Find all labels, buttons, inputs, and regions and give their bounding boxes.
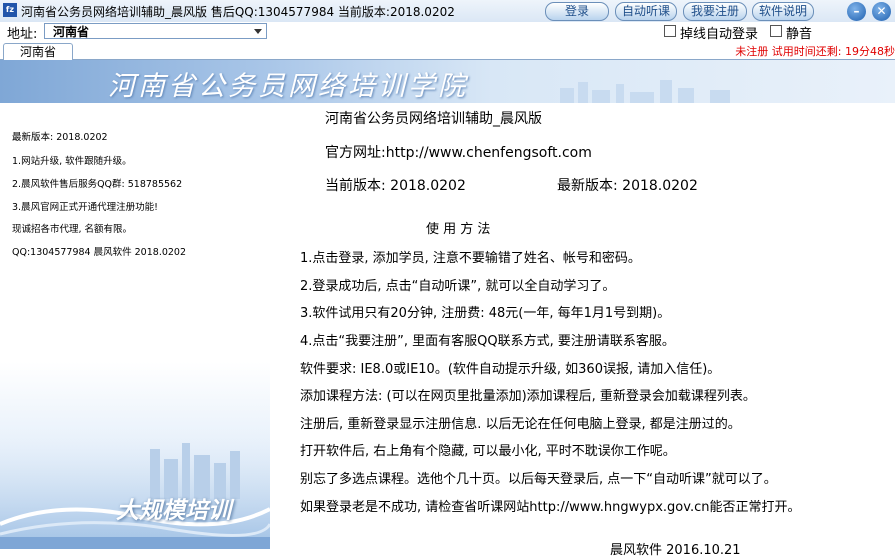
usage-line: 添加课程方法: (可以在网页里批量添加)添加课程后, 重新登录会加载课程列表。	[300, 389, 756, 404]
news-item: QQ:1304577984 晨风软件 2018.0202	[12, 247, 187, 258]
province-select[interactable]: 河南省	[44, 23, 267, 39]
usage-line: 1.点击登录, 添加学员, 注意不要输错了姓名、帐号和密码。	[300, 251, 641, 266]
mute-checkbox[interactable]	[770, 25, 782, 37]
product-heading: 河南省公务员网络培训辅助_晨风版	[325, 111, 542, 127]
news-panel: 最新版本: 2018.0202 1.网站升级, 软件跟随升级。 2.晨风软件售后…	[0, 103, 270, 549]
usage-title: 使 用 方 法	[426, 222, 491, 237]
window-title: 河南省公务员网络培训辅助_晨风版 售后QQ:1304577984 当前版本:20…	[21, 5, 455, 19]
trial-notice: 未注册 试用时间还剩: 19分48秒	[735, 45, 895, 58]
auto-login-checkbox[interactable]	[664, 25, 676, 37]
tab-henan[interactable]: 河南省	[3, 43, 73, 60]
mute-label: 静音	[786, 27, 813, 42]
news-item: 1.网站升级, 软件跟随升级。	[12, 156, 132, 167]
app-icon: fz	[3, 3, 17, 17]
address-bar: 地址: 河南省 掉线自动登录 静音	[0, 22, 895, 42]
news-item: 3.晨风官网正式开通代理注册功能!	[12, 202, 158, 213]
title-bar: fz 河南省公务员网络培训辅助_晨风版 售后QQ:1304577984 当前版本…	[0, 0, 895, 23]
news-item: 2.晨风软件售后服务QQ群: 518785562	[12, 179, 183, 190]
usage-line: 注册后, 重新登录显示注册信息. 以后无论在任何电脑上登录, 都是注册过的。	[300, 417, 741, 432]
left-footer-slogan: 大规模培训	[116, 498, 231, 524]
latest-version: 最新版本: 2018.0202	[557, 178, 698, 194]
usage-line: 如果登录老是不成功, 请检查省听课网站http://www.hngwypx.go…	[300, 500, 801, 515]
city-bridge-illustration	[0, 429, 270, 549]
close-icon[interactable]: ✕	[872, 2, 891, 21]
help-button[interactable]: 软件说明	[752, 2, 814, 21]
usage-line: 2.登录成功后, 点击“自动听课”, 就可以全自动学习了。	[300, 279, 616, 294]
minimize-icon[interactable]: –	[847, 2, 866, 21]
news-item: 最新版本: 2018.0202	[12, 132, 108, 143]
address-label: 地址:	[7, 27, 38, 42]
main-content: 河南省公务员网络培训辅助_晨风版 官方网址:http://www.chenfen…	[270, 103, 895, 558]
usage-line: 3.软件试用只有20分钟, 注册费: 48元(一年, 每年1月1号到期)。	[300, 306, 671, 321]
register-button[interactable]: 我要注册	[683, 2, 747, 21]
usage-line: 软件要求: IE8.0或IE10。(软件自动提示升级, 如360误报, 请加入信…	[300, 362, 721, 377]
login-button[interactable]: 登录	[545, 2, 609, 21]
news-item: 现诚招各市代理, 名额有限。	[12, 224, 133, 235]
auto-login-label: 掉线自动登录	[680, 27, 759, 42]
auto-listen-button[interactable]: 自动听课	[615, 2, 677, 21]
usage-line: 4.点击“我要注册”, 里面有客服QQ联系方式, 要注册请联系客服。	[300, 334, 675, 349]
website-line: 官方网址:http://www.chenfengsoft.com	[325, 145, 592, 161]
skyline-graphic	[560, 80, 730, 103]
usage-line: 别忘了多选点课程。选他个几十页。以后每天登录后, 点一下“自动听课”就可以了。	[300, 472, 777, 487]
current-version: 当前版本: 2018.0202	[325, 178, 466, 194]
province-select-value: 河南省	[53, 25, 90, 39]
tab-strip: 河南省 未注册 试用时间还剩: 19分48秒	[0, 42, 895, 60]
banner-title: 河南省公务员网络培训学院	[108, 71, 468, 102]
chevron-down-icon[interactable]	[254, 29, 262, 34]
usage-line: 打开软件后, 右上角有个隐藏, 可以最小化, 平时不耽误你工作呢。	[300, 444, 676, 459]
site-banner: 河南省公务员网络培训学院	[0, 60, 895, 103]
